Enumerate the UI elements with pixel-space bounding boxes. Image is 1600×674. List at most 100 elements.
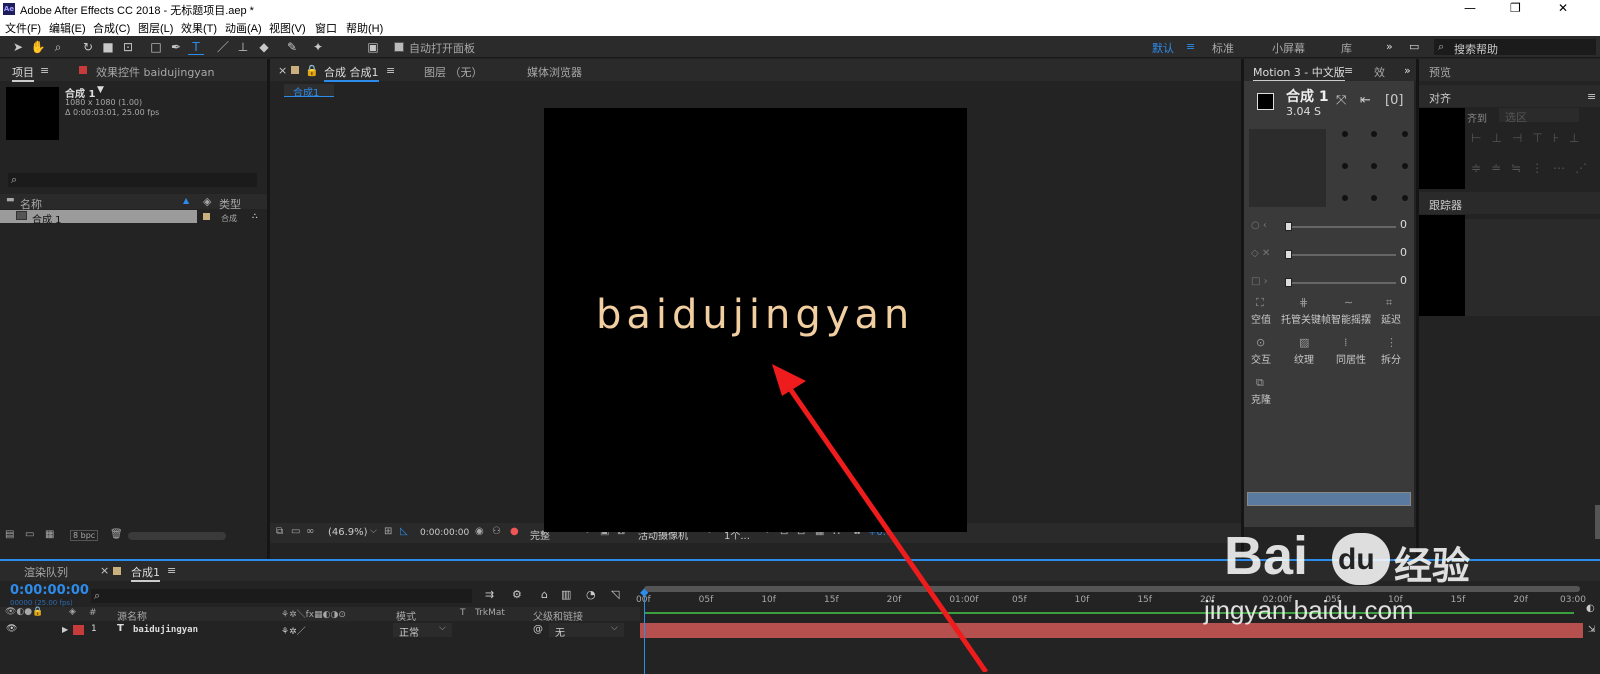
close-tab-icon[interactable]: ×	[278, 64, 287, 77]
tool-split[interactable]: 拆分	[1381, 351, 1401, 366]
viewer-menu-icon[interactable]: ≡	[386, 64, 395, 77]
slider-1-knob[interactable]	[1285, 222, 1292, 231]
work-area-bar[interactable]	[644, 586, 1580, 592]
close-timeline-tab-icon[interactable]: ×	[100, 564, 109, 577]
distribute-buttons-row-icon[interactable]: ≑≐≒⋮⋯⋰	[1471, 161, 1597, 175]
timeline-timecode[interactable]: 0:00:00:00	[10, 583, 89, 598]
panel-overflow-icon[interactable]: »	[1404, 64, 1411, 77]
slider-1-value[interactable]: 0	[1400, 218, 1407, 231]
anchor-dot-tc[interactable]	[1371, 131, 1377, 137]
column-trkmat[interactable]: TrkMat	[475, 608, 505, 618]
tab-align[interactable]: 对齐	[1429, 90, 1451, 106]
motion-timeline-strip[interactable]	[1247, 492, 1411, 506]
canvas-text-layer[interactable]: baidujingyan	[596, 292, 914, 338]
menu-edit[interactable]: 编辑(E)	[49, 20, 86, 36]
layer-row[interactable]: 👁 ▶ 1 T baidujingyan ⚘✲／ 正常 ⌵ @ 无 ⌵	[0, 623, 640, 639]
layer-duration-bar[interactable]	[640, 623, 1583, 638]
expand-icon[interactable]: ⤧	[1336, 93, 1346, 108]
menu-window[interactable]: 窗口	[315, 20, 337, 36]
tool-managed-keyframes[interactable]: 托管关键帧	[1281, 311, 1331, 326]
color-channels-icon[interactable]: ●	[510, 526, 519, 537]
maximize-button[interactable]: ❐	[1510, 1, 1521, 15]
menu-effect[interactable]: 效果(T)	[181, 20, 217, 36]
anchor-dot-tl[interactable]	[1342, 131, 1348, 137]
comp-breadcrumb[interactable]: 合成1	[284, 84, 334, 99]
tab-layer[interactable]: 图层 （无）	[424, 64, 483, 80]
timeline-zoom-icon[interactable]: ◐	[1586, 603, 1595, 614]
tool-null[interactable]: 空值	[1251, 311, 1271, 326]
clone-stamp-tool-icon[interactable]: ⊥	[235, 39, 251, 55]
tab-motion[interactable]: Motion 3 - 中文版	[1253, 64, 1345, 82]
pen-tool-icon[interactable]: ✒	[168, 39, 184, 55]
ease-out-icon[interactable]: □ ›	[1251, 276, 1268, 287]
workspace-more-button[interactable]: »	[1386, 40, 1393, 53]
timeline-search-input[interactable]: ⌕	[91, 589, 472, 603]
workspace-icon[interactable]: ▭	[1409, 40, 1419, 53]
tab-effect-controls[interactable]: 效果控件 baidujingyan	[96, 64, 215, 80]
slider-2-value[interactable]: 0	[1400, 246, 1407, 259]
anchor-dot-br[interactable]	[1402, 195, 1408, 201]
snapshot-camera-icon[interactable]: ◉	[475, 526, 484, 537]
timeline-menu-icon[interactable]: ≡	[167, 564, 176, 577]
timeline-navigator-icon[interactable]: ⇲	[1588, 625, 1596, 635]
anchor-dot-tr[interactable]	[1402, 131, 1408, 137]
zoom-tool-icon[interactable]: ⌕	[50, 39, 66, 55]
align-buttons-row-icon[interactable]: ⊢⊥⊣⊤⊦⊥	[1471, 131, 1590, 145]
interpret-footage-icon[interactable]: ▤	[5, 529, 14, 540]
workspace-library[interactable]: 库	[1341, 40, 1352, 56]
workspace-small-screen[interactable]: 小屏幕	[1272, 40, 1305, 56]
comp-color-swatch[interactable]	[1257, 93, 1274, 110]
new-comp-icon[interactable]: ▦	[45, 529, 54, 540]
layer-visibility-icon[interactable]: 👁	[6, 624, 17, 634]
menu-composition[interactable]: 合成(C)	[93, 20, 130, 36]
tab-composition[interactable]: 合成 合成1	[324, 64, 379, 82]
monitor-icon[interactable]: ▭	[291, 526, 300, 537]
hand-tool-icon[interactable]: ✋	[30, 39, 46, 55]
tool-delay[interactable]: 延迟	[1381, 311, 1401, 326]
ease-x-icon[interactable]: ◇ ✕	[1251, 248, 1270, 259]
layer-label-color[interactable]	[73, 625, 84, 635]
column-parent[interactable]: 父级和链接	[533, 608, 583, 623]
slider-2-track[interactable]	[1286, 254, 1396, 256]
layer-mode-dropdown[interactable]: 正常 ⌵	[393, 623, 452, 639]
eraser-tool-icon[interactable]: ◆	[256, 39, 272, 55]
anchor-dot-bc[interactable]	[1371, 195, 1377, 201]
tab-tracker[interactable]: 跟踪器	[1429, 197, 1462, 213]
motion-blur-icon[interactable]: ◔	[586, 588, 596, 601]
pan-behind-tool-icon[interactable]: ⊡	[120, 39, 136, 55]
type-tool-icon[interactable]: T	[188, 39, 204, 55]
new-folder-icon[interactable]: ▭	[25, 529, 34, 540]
slider-1-track[interactable]	[1286, 226, 1396, 228]
anchor-dot-mr[interactable]	[1402, 163, 1408, 169]
vr-icon[interactable]: ∞	[306, 526, 314, 537]
right-scrollbar[interactable]	[1595, 505, 1600, 539]
menu-help[interactable]: 帮助(H)	[346, 20, 383, 36]
shy-layers-icon[interactable]: ⌂	[541, 588, 548, 601]
comp-dropdown-icon[interactable]: ▼	[97, 85, 104, 95]
tab-media-browser[interactable]: 媒体浏览器	[527, 64, 582, 80]
project-menu-icon[interactable]: ≡	[40, 64, 49, 77]
slider-3-value[interactable]: 0	[1400, 274, 1407, 287]
collapse-icon[interactable]: ⇤	[1360, 93, 1371, 108]
layer-switches-icons[interactable]: ⚘✲／	[281, 624, 306, 637]
tab-timeline-comp[interactable]: 合成1	[131, 564, 160, 582]
column-mode[interactable]: 模式	[396, 608, 416, 623]
mask-visibility-icon[interactable]: ◺	[400, 526, 408, 537]
brush-tool-icon[interactable]: ／	[215, 39, 231, 55]
menu-layer[interactable]: 图层(L)	[138, 20, 173, 36]
slider-3-track[interactable]	[1286, 282, 1396, 284]
layer-expand-icon[interactable]: ▶	[62, 625, 68, 634]
auto-open-checkbox[interactable]	[394, 42, 404, 52]
draft-3d-icon[interactable]: ⚙	[512, 588, 522, 601]
minimize-button[interactable]: —	[1464, 1, 1476, 15]
reset-icon[interactable]: [0]	[1385, 93, 1403, 108]
puppet-tool-icon[interactable]: ✦	[310, 39, 326, 55]
flowchart-icon[interactable]: ⛬	[252, 211, 258, 221]
magnification-dropdown[interactable]: (46.9%)	[328, 527, 368, 538]
trash-icon[interactable]: 🗑	[110, 529, 123, 540]
current-time-indicator[interactable]	[644, 589, 645, 674]
time-ruler[interactable]: 00f05f10f15f20f01:00f05f10f15f20f02:00f0…	[636, 595, 1586, 607]
slider-2-knob[interactable]	[1285, 250, 1292, 259]
layer-name[interactable]: baidujingyan	[133, 625, 198, 635]
tool-cohabit[interactable]: 同居性	[1336, 351, 1366, 366]
